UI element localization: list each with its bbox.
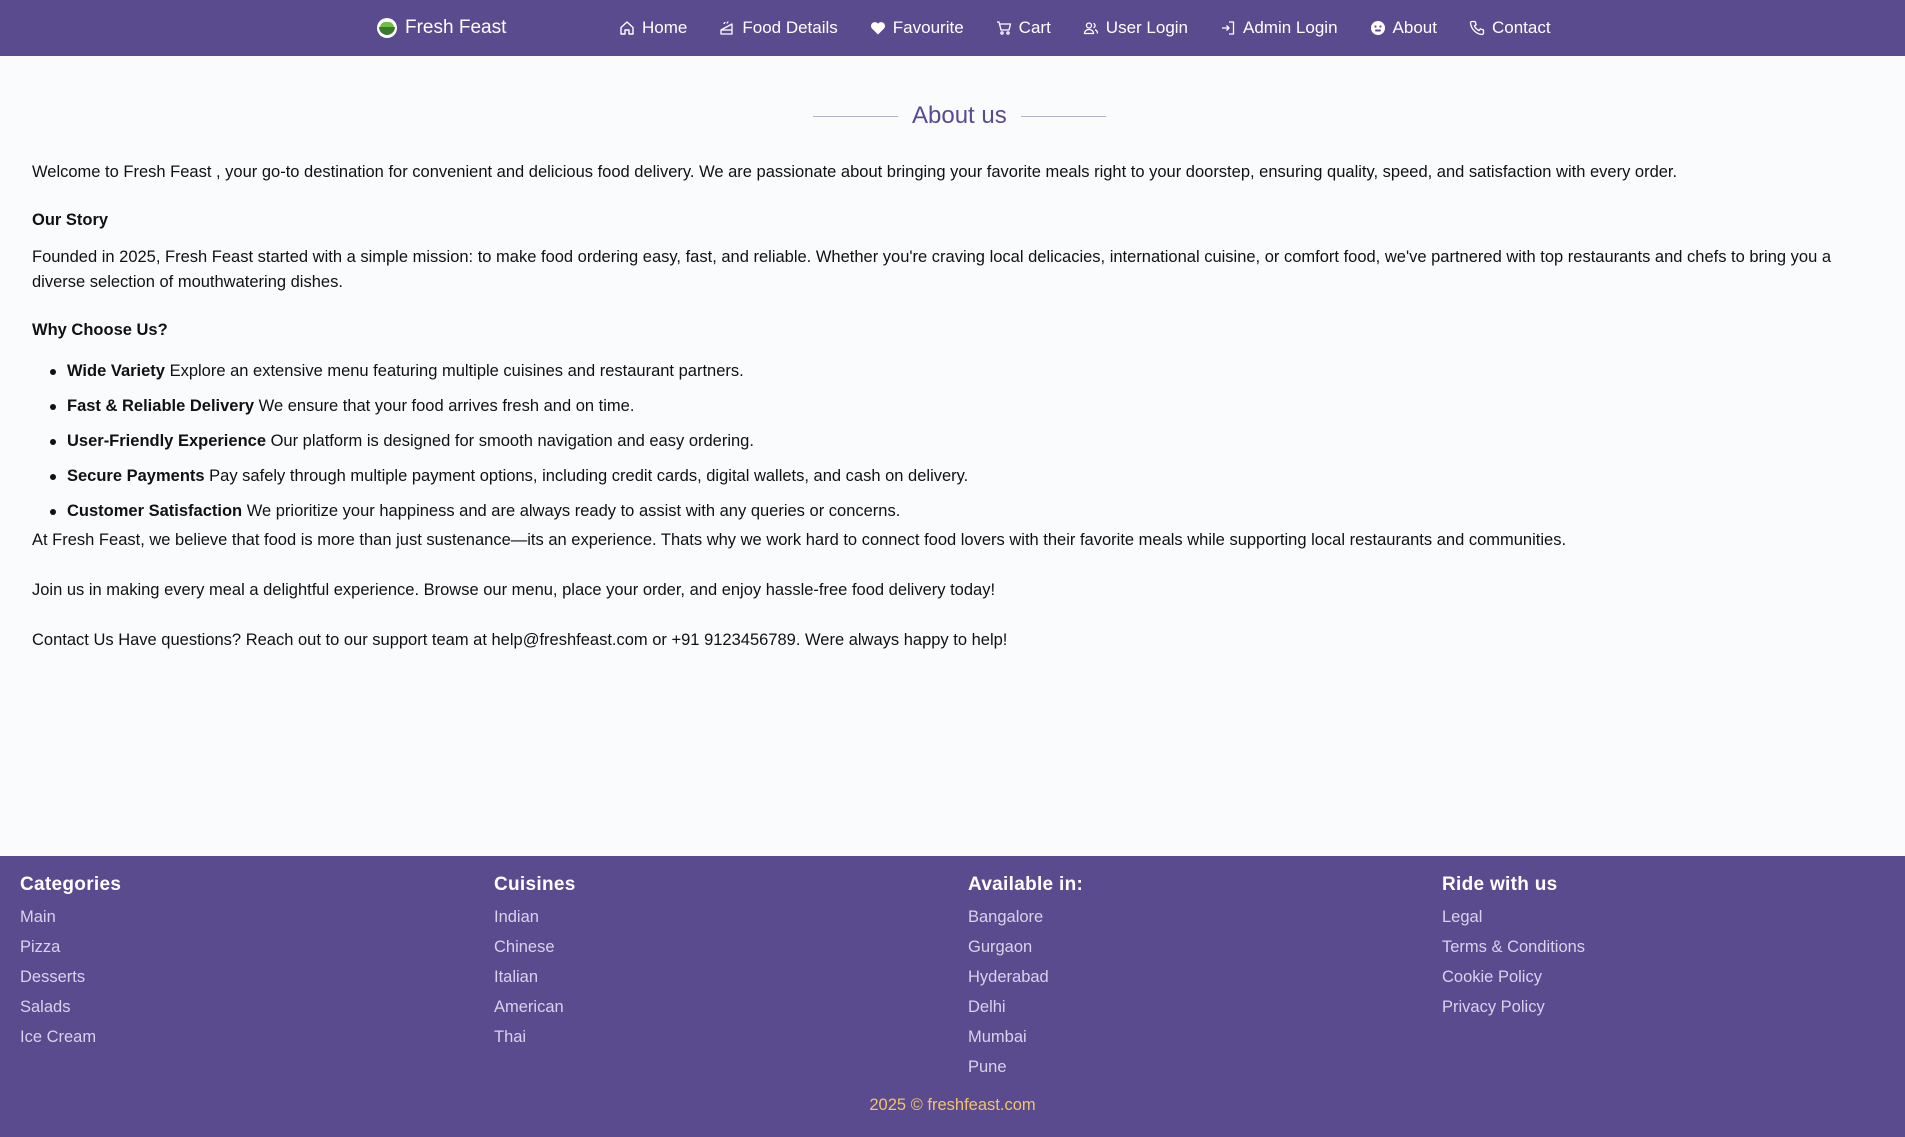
footer-link[interactable]: Privacy Policy xyxy=(1442,992,1585,1022)
nav-home[interactable]: Home xyxy=(619,18,687,38)
section-title: About us xyxy=(813,102,1143,130)
reason-text: Explore an extensive menu featuring mult… xyxy=(164,362,744,380)
nav-cart[interactable]: Cart xyxy=(996,18,1051,38)
footer-link[interactable]: Delhi xyxy=(968,992,1083,1022)
footer-heading: Ride with us xyxy=(1442,874,1558,895)
cart-icon xyxy=(996,21,1011,35)
footer-link[interactable]: Chinese xyxy=(494,932,576,962)
nav-food-details-label: Food Details xyxy=(742,18,838,37)
belief-paragraph: At Fresh Feast, we believe that food is … xyxy=(32,531,1567,549)
footer-heading: Cuisines xyxy=(494,874,576,895)
footer-link[interactable]: Gurgaon xyxy=(968,932,1083,962)
list-item: Wide Variety Explore an extensive menu f… xyxy=(49,354,968,389)
nav-user-login[interactable]: User Login xyxy=(1083,18,1188,38)
brand-link[interactable]: Fresh Feast xyxy=(377,0,506,56)
reason-title: Customer Satisfaction xyxy=(67,502,243,520)
footer-link[interactable]: Legal xyxy=(1442,902,1585,932)
nav-contact[interactable]: Contact xyxy=(1469,18,1551,38)
nav-admin-login[interactable]: Admin Login xyxy=(1220,18,1338,38)
title-divider-left xyxy=(813,115,898,117)
reason-title: User-Friendly Experience xyxy=(67,432,266,450)
footer-column-ride: Ride with us Legal Terms & Conditions Co… xyxy=(1442,874,1585,1022)
footer-link[interactable]: Thai xyxy=(494,1022,576,1052)
nav-about-label: About xyxy=(1392,18,1437,37)
brand-name: Fresh Feast xyxy=(405,17,507,38)
footer-link[interactable]: Pizza xyxy=(20,932,121,962)
reason-text: We prioritize your happiness and are alw… xyxy=(242,502,901,520)
login-icon xyxy=(1222,21,1235,35)
nav-admin-login-label: Admin Login xyxy=(1243,18,1338,37)
footer-link[interactable]: Bangalore xyxy=(968,902,1083,932)
nav-links: Home Food Details Favourite Cart User Lo… xyxy=(619,0,1551,56)
users-icon xyxy=(1083,22,1098,35)
copyright: 2025 © freshfeast.com xyxy=(869,1096,1036,1114)
footer-link[interactable]: Main xyxy=(20,902,121,932)
list-item: Fast & Reliable Delivery We ensure that … xyxy=(49,389,968,424)
contact-paragraph: Contact Us Have questions? Reach out to … xyxy=(32,631,1008,649)
reasons-list: Wide Variety Explore an extensive menu f… xyxy=(49,354,969,529)
reason-text: Our platform is designed for smooth navi… xyxy=(266,432,754,450)
navbar: Fresh Feast Home Food Details Favourite … xyxy=(0,0,1905,56)
about-icon xyxy=(1370,21,1385,35)
footer-column-cities: Available in: Bangalore Gurgaon Hyderaba… xyxy=(968,874,1083,1082)
footer-link[interactable]: Indian xyxy=(494,902,576,932)
reason-title: Wide Variety xyxy=(67,362,165,380)
nav-cart-label: Cart xyxy=(1018,18,1051,37)
nav-user-login-label: User Login xyxy=(1105,18,1189,37)
nav-about[interactable]: About xyxy=(1370,18,1437,38)
nav-favourite[interactable]: Favourite xyxy=(870,18,964,38)
footer-link[interactable]: Hyderabad xyxy=(968,962,1083,992)
nav-food-details[interactable]: Food Details xyxy=(719,18,838,38)
nav-favourite-label: Favourite xyxy=(892,18,964,37)
title-divider-right xyxy=(1020,115,1106,117)
footer-link[interactable]: Pune xyxy=(968,1052,1083,1082)
story-heading: Our Story xyxy=(32,211,109,229)
phone-icon xyxy=(1469,20,1485,36)
footer-heading: Categories xyxy=(20,874,122,895)
footer-link[interactable]: Terms & Conditions xyxy=(1442,932,1585,962)
footer-link[interactable]: Salads xyxy=(20,992,121,1022)
footer-heading: Available in: xyxy=(968,874,1084,895)
nav-contact-label: Contact xyxy=(1491,18,1551,37)
footer-link[interactable]: American xyxy=(494,992,576,1022)
reason-title: Fast & Reliable Delivery xyxy=(67,397,255,415)
footer: Categories Main Pizza Desserts Salads Ic… xyxy=(0,856,1905,1137)
home-icon xyxy=(620,21,634,35)
salad-bowl-icon xyxy=(377,18,397,38)
reason-title: Secure Payments xyxy=(67,467,205,485)
list-item: Customer Satisfaction We prioritize your… xyxy=(49,494,968,529)
food-icon xyxy=(720,21,734,35)
list-item: User-Friendly Experience Our platform is… xyxy=(49,424,968,459)
reason-text: We ensure that your food arrives fresh a… xyxy=(254,397,635,415)
nav-home-label: Home xyxy=(642,18,688,37)
footer-link[interactable]: Mumbai xyxy=(968,1022,1083,1052)
footer-column-categories: Categories Main Pizza Desserts Salads Ic… xyxy=(20,874,121,1052)
intro-paragraph: Welcome to Fresh Feast , your go-to dest… xyxy=(32,163,1678,181)
footer-link[interactable]: Ice Cream xyxy=(20,1022,121,1052)
footer-column-cuisines: Cuisines Indian Chinese Italian American… xyxy=(494,874,576,1052)
story-paragraph: Founded in 2025, Fresh Feast started wit… xyxy=(32,248,1832,291)
join-paragraph: Join us in making every meal a delightfu… xyxy=(32,581,996,599)
list-item: Secure Payments Pay safely through multi… xyxy=(49,459,969,494)
footer-link[interactable]: Desserts xyxy=(20,962,121,992)
heart-icon xyxy=(870,22,885,35)
footer-link[interactable]: Italian xyxy=(494,962,576,992)
reason-text: Pay safely through multiple payment opti… xyxy=(204,467,969,485)
page-title: About us xyxy=(912,102,1007,129)
why-heading: Why Choose Us? xyxy=(32,321,168,339)
footer-link[interactable]: Cookie Policy xyxy=(1442,962,1585,992)
